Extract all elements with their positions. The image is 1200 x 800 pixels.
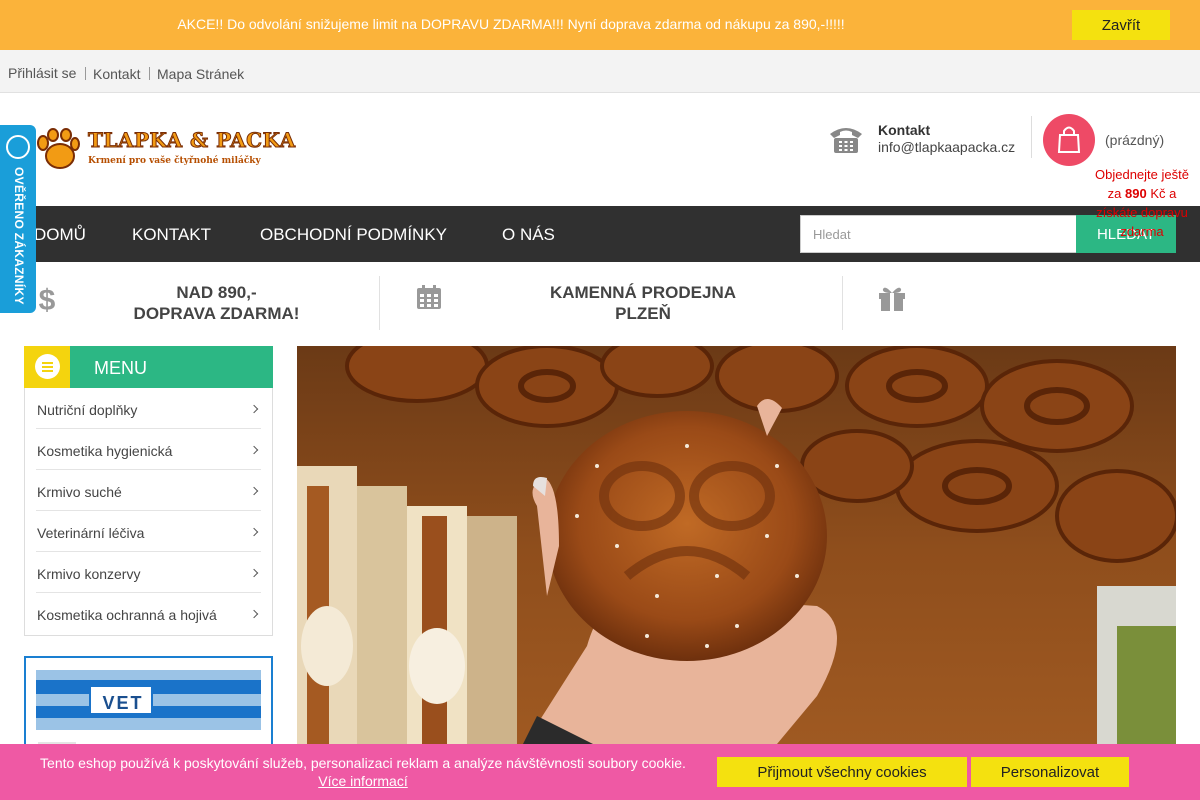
logo-subtitle: Krmení pro vaše čtyřnohé miláčky bbox=[88, 156, 261, 166]
category-item-dry-food[interactable]: Krmivo suché bbox=[36, 470, 261, 511]
chevron-right-icon bbox=[249, 445, 259, 455]
nav-contact[interactable]: KONTAKT bbox=[132, 225, 211, 245]
chevron-right-icon bbox=[249, 568, 259, 578]
benefit-line: KAMENNÁ PRODEJNA bbox=[549, 283, 737, 302]
hamburger-icon bbox=[35, 354, 60, 379]
category-item-nutrition[interactable]: Nutriční doplňky bbox=[36, 388, 261, 429]
chevron-right-icon bbox=[249, 527, 259, 537]
benefit-gift bbox=[843, 276, 1176, 330]
category-item-protective-cosmetics[interactable]: Kosmetika ochranná a hojivá bbox=[36, 593, 261, 634]
divider bbox=[149, 67, 150, 80]
cart-status[interactable]: (prázdný) bbox=[1105, 132, 1164, 148]
gift-icon bbox=[879, 287, 905, 311]
vet-banner-label: VET bbox=[102, 693, 144, 713]
benefit-free-shipping: $ NAD 890,- DOPRAVA ZDARMA! bbox=[24, 276, 379, 330]
category-label: Krmivo suché bbox=[37, 484, 122, 500]
promo-text: AKCE!! Do odvolání snižujeme limit na DO… bbox=[177, 16, 845, 32]
contact-email[interactable]: info@tlapkaapacka.cz bbox=[878, 139, 1015, 155]
contact-link[interactable]: Kontakt bbox=[93, 66, 140, 82]
category-label: Veterinární léčiva bbox=[37, 525, 145, 541]
category-label: Krmivo konzervy bbox=[37, 566, 141, 582]
nav-about[interactable]: O NÁS bbox=[502, 225, 555, 245]
free-shipping-note: Objednejte ještě za 890 Kč a získáte dop… bbox=[1092, 165, 1192, 241]
verified-badge-label: OVĚŘENO ZÁKAZNÍKY bbox=[12, 167, 26, 305]
benefit-line: NAD 890,- bbox=[176, 283, 257, 302]
shopping-bag-icon bbox=[1057, 126, 1081, 153]
category-label: Kosmetika ochranná a hojivá bbox=[37, 607, 217, 623]
category-label: Kosmetika hygienická bbox=[37, 443, 173, 459]
menu-header: MENU bbox=[24, 346, 273, 388]
benefit-store: KAMENNÁ PRODEJNA PLZEŇ bbox=[380, 276, 842, 330]
divider bbox=[85, 67, 86, 80]
divider bbox=[1031, 116, 1032, 158]
menu-title: MENU bbox=[94, 358, 147, 378]
search-input[interactable] bbox=[800, 215, 1077, 253]
chevron-right-icon bbox=[249, 486, 259, 496]
category-item-hygiene[interactable]: Kosmetika hygienická bbox=[36, 429, 261, 470]
category-item-canned-food[interactable]: Krmivo konzervy bbox=[36, 552, 261, 593]
nav-home[interactable]: DOMŮ bbox=[34, 225, 86, 245]
free-shipping-amount: 890 bbox=[1125, 186, 1147, 201]
personalize-cookies-button[interactable]: Personalizovat bbox=[971, 757, 1129, 787]
promo-close-button[interactable]: Zavřít bbox=[1072, 10, 1170, 40]
seal-icon bbox=[6, 135, 30, 159]
category-label: Nutriční doplňky bbox=[37, 402, 138, 418]
top-links-bar: Přihlásit se Kontakt Mapa Stránek bbox=[0, 50, 1200, 93]
verified-by-customers-badge[interactable]: OVĚŘENO ZÁKAZNÍKY bbox=[0, 125, 36, 313]
cookie-bar: Tento eshop používá k poskytování služeb… bbox=[0, 744, 1200, 800]
chevron-right-icon bbox=[249, 404, 259, 414]
login-link[interactable]: Přihlásit se bbox=[8, 65, 76, 81]
promo-bar: AKCE!! Do odvolání snižujeme limit na DO… bbox=[0, 0, 1200, 50]
phone-icon bbox=[830, 128, 862, 153]
logo-title[interactable]: TLAPKA & PACKA bbox=[88, 128, 296, 153]
contact-label: Kontakt bbox=[878, 122, 931, 138]
category-menu: Nutriční doplňky Kosmetika hygienická Kr… bbox=[24, 388, 273, 636]
nav-terms[interactable]: OBCHODNÍ PODMÍNKY bbox=[260, 225, 447, 245]
chevron-right-icon bbox=[249, 609, 259, 619]
benefit-line: DOPRAVA ZDARMA! bbox=[133, 304, 300, 323]
accept-all-cookies-button[interactable]: Přijmout všechny cookies bbox=[717, 757, 967, 787]
paw-logo-icon[interactable] bbox=[36, 128, 80, 172]
benefit-line: PLZEŇ bbox=[615, 304, 671, 323]
cookie-text: Tento eshop používá k poskytování služeb… bbox=[40, 755, 686, 771]
sitemap-link[interactable]: Mapa Stránek bbox=[157, 66, 244, 82]
category-item-vet-drugs[interactable]: Veterinární léčiva bbox=[36, 511, 261, 552]
calendar-icon bbox=[417, 285, 441, 309]
cart-button[interactable] bbox=[1043, 114, 1095, 166]
svg-text:$: $ bbox=[39, 284, 56, 316]
hero-pretzel-image[interactable] bbox=[297, 346, 1176, 756]
dollar-icon: $ bbox=[39, 284, 56, 316]
vet-banner[interactable]: VET bbox=[24, 656, 273, 756]
cookie-more-info-link[interactable]: Více informací bbox=[0, 773, 726, 789]
